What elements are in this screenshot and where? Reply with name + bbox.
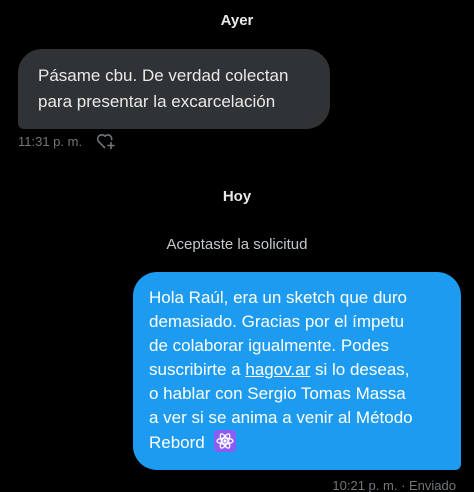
incoming-message-bubble[interactable]: Pásame cbu. De verdad colectan para pres… <box>18 49 330 129</box>
separator-dot: · <box>401 478 410 492</box>
request-accepted-note: Aceptaste la solicitud <box>166 236 308 253</box>
date-separator-yesterday: Ayer <box>220 12 254 29</box>
outgoing-message-bubble[interactable]: Hola Raúl, era un sketch que duro demasi… <box>133 272 461 470</box>
outgoing-text-segment: si lo deseas, <box>310 360 410 379</box>
outgoing-message-line: Rebord <box>149 430 445 455</box>
incoming-message-line: Pásame cbu. De verdad colectan <box>38 66 289 85</box>
date-separator-today: Hoy <box>222 188 252 205</box>
heart-plus-icon[interactable] <box>96 132 116 150</box>
outgoing-message-status: Enviado <box>409 478 456 492</box>
outgoing-message-line: demasiado. Gracias por el ímpetu <box>149 312 405 331</box>
outgoing-message-line: a ver si se anima a venir al Método <box>149 408 413 427</box>
incoming-message-time: 11:31 p. m. <box>18 133 83 149</box>
outgoing-message-line: suscribirte a hagov.ar si lo deseas, <box>149 358 445 382</box>
outgoing-text-segment: suscribirte a <box>149 360 246 379</box>
incoming-message-meta: 11:31 p. m. <box>18 131 116 151</box>
outgoing-message-line: o hablar con Sergio Tomas Massa <box>149 384 406 403</box>
outgoing-message-line: de colaborar igualmente. Podes <box>149 336 390 355</box>
dm-conversation: Ayer Pásame cbu. De verdad colectan para… <box>0 0 474 492</box>
incoming-message-line: para presentar la excarcelación <box>38 92 276 111</box>
outgoing-text-segment: Rebord <box>149 433 205 452</box>
hagov-link[interactable]: hagov.ar <box>245 360 310 379</box>
outgoing-message-time: 10:21 p. m. <box>332 478 398 492</box>
outgoing-message-line: Hola Raúl, era un sketch que duro <box>149 288 407 307</box>
atom-emoji-icon <box>213 430 236 452</box>
outgoing-message-meta: 10:21 p. m. · Enviado <box>332 478 456 492</box>
